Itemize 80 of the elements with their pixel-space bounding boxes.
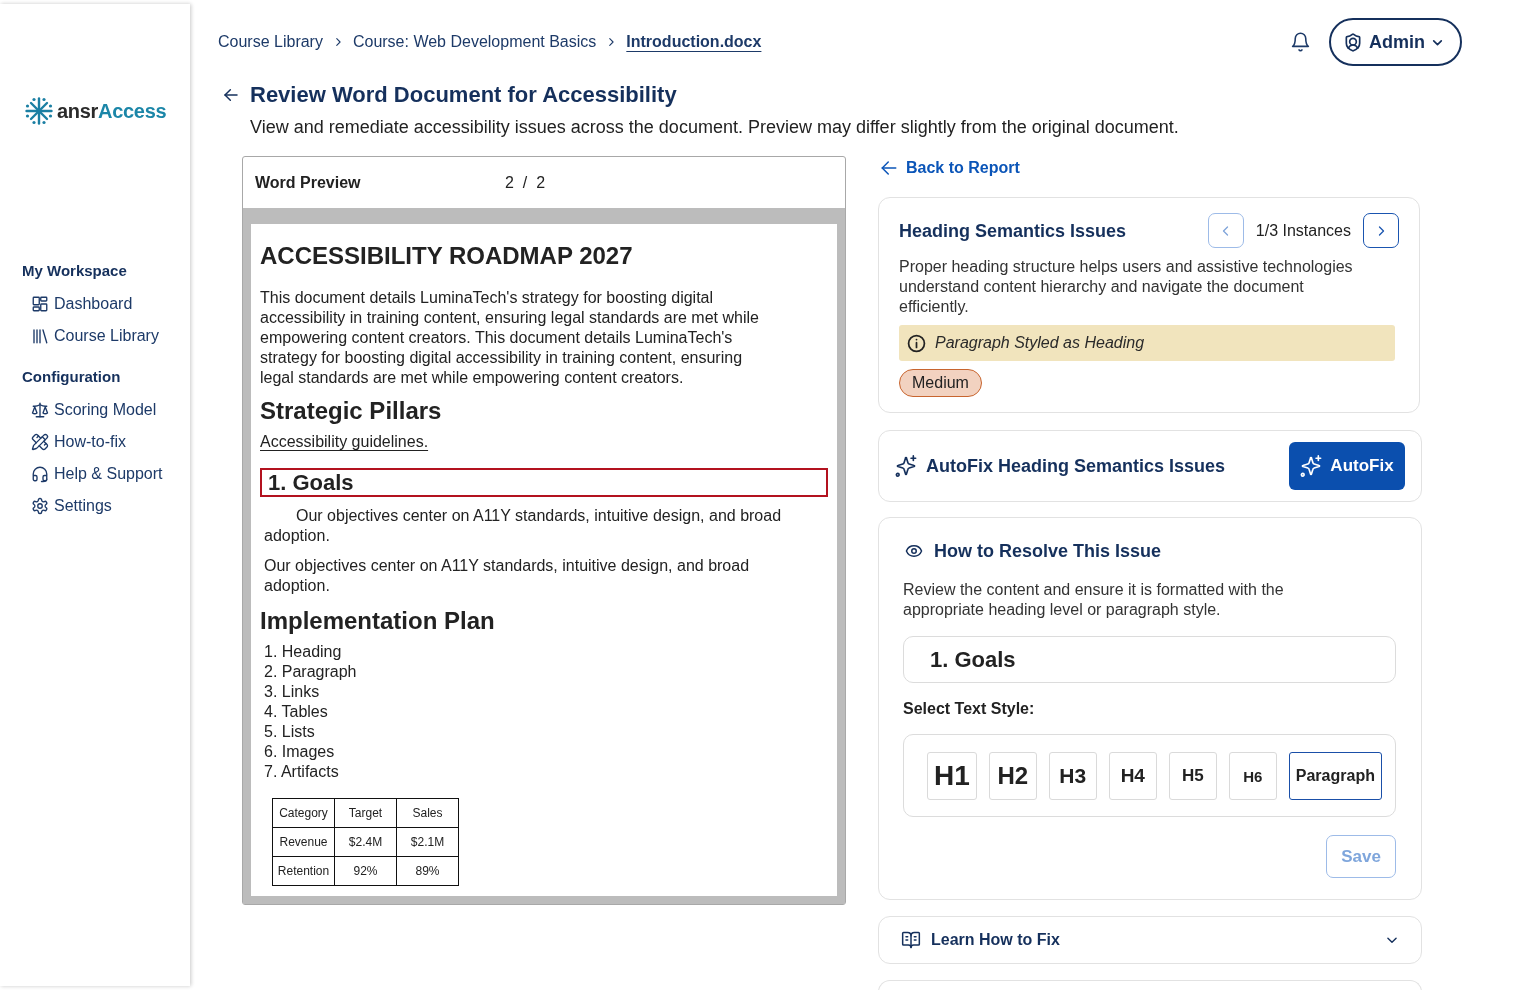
instance-counter: 1/3 Instances: [1255, 221, 1351, 240]
document-paragraph: Our objectives center on A11Y standards, intuitive design, and broad adoption.: [263, 556, 751, 596]
eye-icon: [903, 542, 925, 560]
books-icon: [31, 327, 49, 345]
nav-item[interactable]: Settings: [22, 490, 112, 522]
alert-text: Paragraph Styled as Heading: [935, 334, 1145, 352]
table-cell: Target: [334, 798, 397, 828]
settings-icon: [31, 497, 49, 515]
page-counter: 2 / 2: [505, 173, 546, 192]
sparkle-icon: [895, 455, 917, 477]
back-to-report-link[interactable]: Back to Report: [880, 156, 1020, 180]
user-menu-button[interactable]: Admin: [1329, 18, 1462, 66]
table-cell: 89%: [396, 856, 459, 886]
next-instance-button[interactable]: [1363, 213, 1399, 248]
document-paragraph: This document details LuminaTech's strategy for boosting digital accessibility in training content, ensuring legal standards are met while empowering content creators. This document details LuminaTech's strategy for boosting digital accessibility in training content, ensuring legal standards are met while empowering content creators.: [260, 288, 760, 388]
page-subtitle: View and remediate accessibility issues across the document. Preview may differ slightly from the original document.: [250, 116, 1179, 139]
text-style-option[interactable]: H4: [1108, 752, 1157, 800]
nav-item[interactable]: Scoring Model: [22, 394, 157, 426]
document-title: ACCESSIBILITY ROADMAP 2027: [260, 241, 633, 271]
list-item: 6. Images: [264, 742, 335, 762]
list-item: 3. Links: [264, 682, 320, 702]
selected-text-preview: 1. Goals: [903, 636, 1396, 683]
list-item: 4. Tables: [264, 702, 328, 722]
table-cell: Sales: [396, 798, 459, 828]
table-cell: $2.4M: [334, 827, 397, 857]
breadcrumb-link[interactable]: Course Library: [218, 33, 323, 51]
style-label: Select Text Style:: [903, 699, 1035, 719]
shield-user-icon: [1343, 31, 1363, 53]
document-paragraph: Our objectives center on A11Y standards, intuitive design, and broad adoption.: [263, 506, 783, 546]
severity-badge: Medium: [899, 369, 982, 397]
table-cell: Retention: [272, 856, 335, 886]
text-style-option[interactable]: H2: [988, 752, 1037, 800]
logo-text: ansrAccess: [57, 99, 167, 123]
sparkle-icon: [1300, 455, 1323, 477]
issue-description: Proper heading structure helps users and assistive technologies understand content hierarchy and navigate the document efficiently.: [899, 257, 1354, 317]
document-heading: Implementation Plan: [260, 606, 495, 636]
chevron-right-icon: [606, 36, 617, 48]
learn-title: Learn How to Fix: [931, 931, 1061, 949]
list-item: 5. Lists: [264, 722, 315, 742]
text-style-option[interactable]: H5: [1168, 752, 1217, 800]
list-item: 1. Heading: [264, 642, 342, 662]
panel-title: Word Preview: [255, 173, 361, 192]
nav-item[interactable]: Dashboard: [22, 288, 133, 320]
nav-item[interactable]: How-to-fix: [22, 426, 126, 458]
page-title: Review Word Document for Accessibility: [250, 81, 677, 109]
document-link[interactable]: Accessibility guidelines.: [260, 433, 429, 450]
nav-item[interactable]: Course Library: [22, 320, 159, 352]
document-heading: Strategic Pillars: [260, 396, 442, 426]
table-cell: 92%: [334, 856, 397, 886]
pencil-ruler-icon: [31, 433, 49, 451]
scale-icon: [31, 401, 49, 419]
bell-icon[interactable]: [1290, 31, 1311, 53]
issue-title: Heading Semantics Issues: [899, 219, 1127, 243]
nav-item[interactable]: Help & Support: [22, 458, 163, 490]
resolve-description: Review the content and ensure it is formatted with the appropriate heading level or paragraph style.: [903, 580, 1285, 620]
breadcrumb-link[interactable]: Course: Web Development Basics: [352, 33, 597, 51]
list-item: 7. Artifacts: [264, 762, 339, 782]
autofix-button[interactable]: AutoFix: [1289, 442, 1405, 490]
open-book-icon: [900, 930, 922, 950]
table-cell: $2.1M: [396, 827, 459, 857]
autofix-title: AutoFix Heading Semantics Issues: [926, 455, 1227, 478]
table-cell: Revenue: [272, 827, 335, 857]
flagged-heading: 1. Goals: [260, 468, 828, 497]
info-icon: [907, 333, 926, 353]
snowflake-logo-icon: [25, 97, 53, 125]
arrow-left-icon: [880, 159, 898, 177]
learn-accordion[interactable]: Learn How to Fix: [878, 916, 1422, 964]
headset-icon: [31, 465, 49, 483]
back-arrow-icon[interactable]: [222, 87, 240, 103]
text-style-option[interactable]: H1: [927, 752, 977, 800]
text-style-option[interactable]: H6: [1228, 752, 1277, 800]
text-style-option[interactable]: Paragraph: [1288, 752, 1382, 800]
breadcrumb-link[interactable]: Introduction.docx: [626, 33, 762, 51]
nav-section-heading: My Workspace: [22, 261, 127, 281]
table-cell: Category: [272, 798, 335, 828]
resolve-title: How to Resolve This Issue: [934, 540, 1162, 563]
list-item: 2. Paragraph: [264, 662, 357, 682]
nav-section-heading: Configuration: [22, 367, 121, 387]
text-style-option[interactable]: H3: [1048, 752, 1097, 800]
dashboard-grid-icon: [31, 295, 49, 313]
